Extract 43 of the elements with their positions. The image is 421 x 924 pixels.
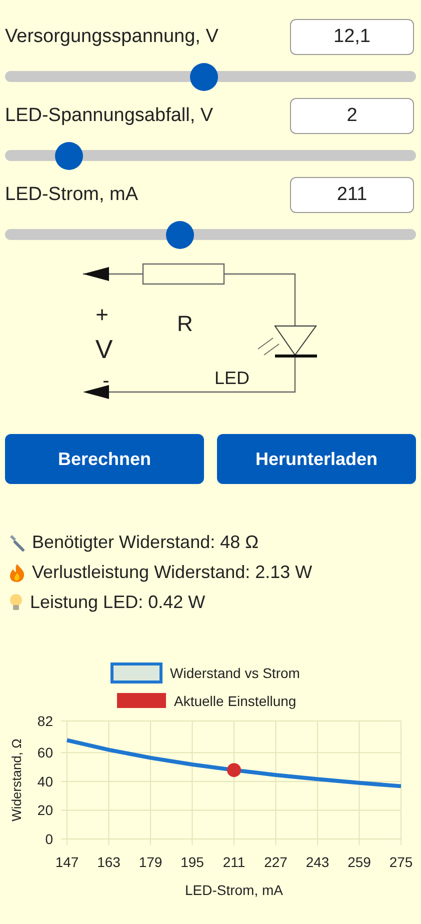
x-tick-label: 227 (264, 854, 288, 870)
y-tick-label: 0 (45, 831, 53, 847)
minus-label: - (102, 370, 109, 392)
x-tick-label: 211 (222, 854, 246, 870)
legend-point-swatch (117, 693, 166, 708)
x-tick-label: 243 (306, 854, 330, 870)
x-tick-label: 179 (138, 854, 162, 870)
y-axis-title: Widerstand, Ω (9, 738, 24, 822)
slider-thumb[interactable] (55, 142, 84, 170)
x-tick-label: 195 (180, 854, 204, 870)
result-text: Leistung LED: 0.42 W (30, 591, 206, 614)
field-label: LED-Strom, mA (5, 182, 138, 207)
field-label: Versorgungsspannung, V (5, 24, 218, 49)
current-setting-point (227, 763, 241, 778)
flame-icon (8, 562, 26, 582)
x-tick-label: 275 (389, 854, 413, 870)
y-tick-label: 40 (37, 773, 53, 790)
slider-thumb[interactable] (190, 62, 218, 90)
voltage-label: V (94, 334, 112, 364)
screwdriver-icon (8, 534, 26, 552)
legend-line-swatch (110, 662, 162, 684)
value-field[interactable]: 211 (290, 177, 414, 213)
x-tick-label: 147 (55, 854, 79, 870)
result-text: Benötigter Widerstand: 48 Ω (32, 531, 259, 554)
value-field[interactable]: 2 (290, 98, 414, 134)
field-label: LED-Spannungsabfall, V (5, 104, 214, 128)
x-tick-label: 163 (97, 854, 120, 870)
legend-label: Aktuelle Einstellung (174, 693, 296, 709)
x-axis-title: LED-Strom, mA (185, 882, 283, 898)
resistor-label: R (176, 311, 192, 336)
action-button[interactable]: Berechnen (5, 434, 204, 484)
slider-thumb[interactable] (166, 220, 194, 248)
y-tick-label: 20 (37, 802, 53, 818)
led-label: LED (214, 368, 249, 388)
y-tick-label: 82 (37, 713, 53, 729)
result-text: Verlustleistung Widerstand: 2.13 W (32, 561, 312, 584)
x-tick-label: 259 (348, 854, 371, 870)
legend-label: Widerstand vs Strom (170, 665, 300, 681)
value-field[interactable]: 12,1 (290, 19, 414, 55)
y-tick-label: 60 (37, 744, 53, 761)
plus-label: + (95, 302, 108, 327)
light-bulb-icon (8, 592, 24, 612)
action-button[interactable]: Herunterladen (217, 434, 416, 484)
